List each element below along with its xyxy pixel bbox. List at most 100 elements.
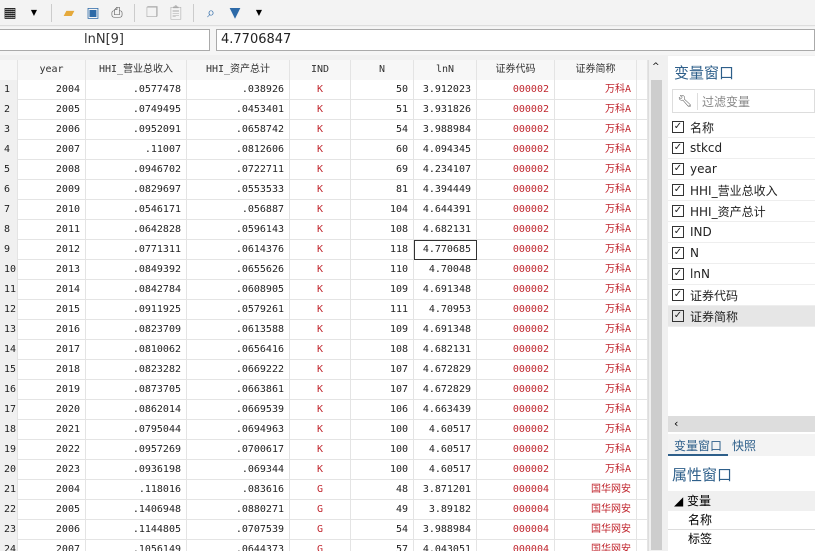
search-icon[interactable]: ⌕ [201,3,221,23]
filter-icon[interactable]: ▼ [225,3,245,23]
table-cell[interactable]: 国华网安 [555,500,637,520]
table-cell[interactable]: .0656416 [187,340,290,360]
row-number[interactable]: 11 [0,280,18,300]
table-cell[interactable]: 万科A [555,420,637,440]
table-cell[interactable]: 2005 [18,500,86,520]
table-cell[interactable]: 000002 [477,440,555,460]
table-cell[interactable]: 4.60517 [414,420,477,440]
table-row[interactable]: 2 2005.0749495.0453401 K 51 3.931826 000002 万科… [0,100,648,120]
table-cell[interactable]: .0849392 [86,260,187,280]
table-cell[interactable]: 4.691348 [414,280,477,300]
checkbox-icon[interactable]: ✓ [672,205,684,217]
paste-icon[interactable]: 📋︎ [166,3,186,23]
table-cell[interactable]: K [290,280,351,300]
scrollbar-thumb[interactable] [651,80,662,550]
row-number[interactable]: 19 [0,440,18,460]
table-cell[interactable]: .0936198 [86,460,187,480]
table-cell[interactable]: 110 [351,260,414,280]
variable-item[interactable]: ✓ lnN [668,264,815,285]
table-cell[interactable]: .0823282 [86,360,187,380]
table-cell[interactable]: 000002 [477,160,555,180]
table-cell[interactable]: .0873705 [86,380,187,400]
table-cell[interactable]: K [290,180,351,200]
table-cell[interactable]: .11007 [86,140,187,160]
table-cell[interactable]: .0829697 [86,180,187,200]
variable-item[interactable]: ✓ year [668,159,815,180]
select-all-checkbox[interactable]: ✓ 名称 [668,117,815,138]
table-cell[interactable]: .0669222 [187,360,290,380]
table-cell[interactable]: 000002 [477,200,555,220]
table-cell[interactable]: K [290,420,351,440]
row-number[interactable]: 18 [0,420,18,440]
table-cell[interactable]: 000002 [477,380,555,400]
table-cell[interactable]: .0952091 [86,120,187,140]
table-cell[interactable]: .0608905 [187,280,290,300]
table-cell[interactable]: .0546171 [86,200,187,220]
table-cell[interactable]: .069344 [187,460,290,480]
table-cell[interactable]: 000002 [477,180,555,200]
table-cell[interactable]: 57 [351,540,414,551]
table-cell[interactable]: 3.89182 [414,500,477,520]
table-cell[interactable]: 万科A [555,240,637,260]
row-number[interactable]: 4 [0,140,18,160]
table-cell[interactable]: 2010 [18,200,86,220]
table-cell[interactable]: 3.988984 [414,520,477,540]
checkbox-icon[interactable]: ✓ [672,289,684,301]
table-cell[interactable]: G [290,480,351,500]
table-cell[interactable]: 2014 [18,280,86,300]
column-header[interactable]: IND [290,60,351,80]
table-row[interactable]: 16 2019.0873705.0663861 K 107 4.672829 000002… [0,380,648,400]
row-number[interactable]: 14 [0,340,18,360]
table-cell[interactable]: K [290,200,351,220]
table-cell[interactable]: 3.931826 [414,100,477,120]
table-row[interactable]: 19 2022.0957269.0700617 K 100 4.60517 000002 万… [0,440,648,460]
table-cell[interactable]: 000002 [477,340,555,360]
table-cell[interactable]: .0880271 [187,500,290,520]
table-cell[interactable]: K [290,100,351,120]
table-cell[interactable]: K [290,360,351,380]
table-cell[interactable]: 万科A [555,220,637,240]
row-number[interactable]: 6 [0,180,18,200]
dropdown-icon[interactable]: ▼ [24,3,44,23]
variable-item[interactable]: ✓ HHI_资产总计 [668,201,815,222]
table-cell[interactable]: K [290,220,351,240]
table-cell[interactable]: 4.682131 [414,340,477,360]
table-cell[interactable]: 000002 [477,120,555,140]
checkbox-icon[interactable]: ✓ [672,268,684,280]
table-cell[interactable]: 60 [351,140,414,160]
row-number[interactable]: 23 [0,520,18,540]
table-cell[interactable]: 国华网安 [555,540,637,551]
table-cell[interactable]: 100 [351,420,414,440]
table-cell[interactable]: 万科A [555,280,637,300]
table-cell[interactable]: 4.60517 [414,440,477,460]
table-cell[interactable]: 4.394449 [414,180,477,200]
row-number[interactable]: 2 [0,100,18,120]
row-number[interactable]: 16 [0,380,18,400]
row-number[interactable]: 8 [0,220,18,240]
checkbox-icon[interactable]: ✓ [672,163,684,175]
table-cell[interactable]: 万科A [555,460,637,480]
table-cell[interactable]: 2022 [18,440,86,460]
table-cell[interactable]: 万科A [555,340,637,360]
table-row[interactable]: 11 2014.0842784.0608905 K 109 4.691348 000002… [0,280,648,300]
column-header[interactable]: lnN [414,60,477,80]
properties-section-variable[interactable]: ◢ 变量 [668,491,815,511]
table-row[interactable]: 12 2015.0911925.0579261 K 111 4.70953 000002 万… [0,300,648,320]
row-number[interactable]: 20 [0,460,18,480]
variable-item[interactable]: ✓ N [668,243,815,264]
table-cell[interactable]: .0669539 [187,400,290,420]
table-cell[interactable]: 109 [351,280,414,300]
table-row[interactable]: 4 2007.11007.0812606 K 60 4.094345 000002 万科A [0,140,648,160]
table-row[interactable]: 20 2023.0936198.069344 K 100 4.60517 000002 万科… [0,460,648,480]
column-header[interactable]: N [351,60,414,80]
table-row[interactable]: 18 2021.0795044.0694963 K 100 4.60517 000002 万… [0,420,648,440]
table-cell[interactable]: 2017 [18,340,86,360]
table-cell[interactable]: 4.234107 [414,160,477,180]
table-cell[interactable]: 4.70953 [414,300,477,320]
table-cell[interactable]: .0644373 [187,540,290,551]
variable-item[interactable]: ✓ 证券代码 [668,285,815,306]
table-cell[interactable]: 4.043051 [414,540,477,551]
table-cell[interactable]: 108 [351,220,414,240]
table-cell[interactable]: K [290,320,351,340]
table-cell[interactable]: 国华网安 [555,480,637,500]
